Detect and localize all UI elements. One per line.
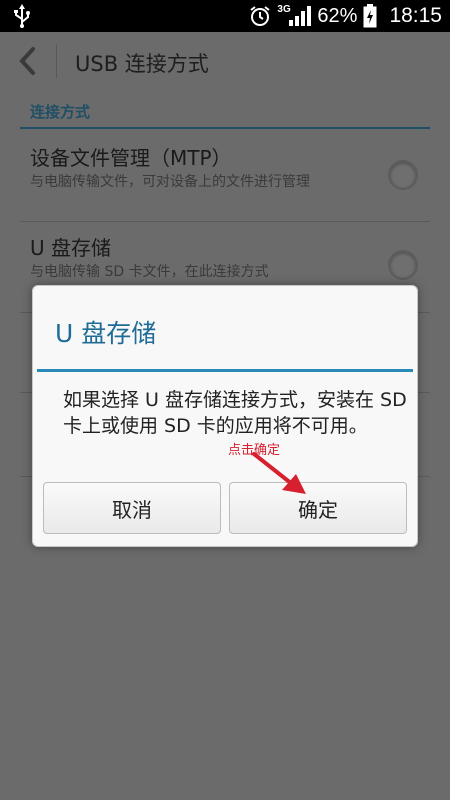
battery-percent: 62% [317,4,358,27]
option-divider [20,221,430,222]
dialog-title: U 盘存储 [55,319,157,348]
alarm-clock-icon [250,6,271,26]
clock-time: 18:15 [389,4,442,27]
network-signal: 3G [277,4,312,28]
red-arrow-icon [252,452,306,494]
dialog-title-divider [37,369,413,372]
action-bar: USB 连接方式 [0,32,450,90]
status-bar: 3G 62% 18:15 [0,0,450,32]
section-header: 连接方式 [30,103,91,121]
action-bar-divider [56,44,57,78]
battery-charging-icon [363,4,377,28]
radio-button[interactable] [388,250,418,280]
option-description: 与电脑传输文件，可对设备上的文件进行管理 [30,174,310,190]
page-title: USB 连接方式 [75,52,209,76]
cancel-button[interactable]: 取消 [43,482,221,534]
confirm-dialog: U 盘存储 如果选择 U 盘存储连接方式，安装在 SD 卡上或使用 SD 卡的应… [32,285,418,547]
usb-icon [14,4,30,28]
chevron-left-icon[interactable] [16,46,38,76]
option-usb-storage[interactable]: U 盘存储 与电脑传输 SD 卡文件，在此连接方式 [20,228,430,288]
status-indicators: 3G 62% 18:15 [249,0,442,32]
option-description: 与电脑传输 SD 卡文件，在此连接方式 [30,264,269,280]
option-title: 设备文件管理（MTP） [30,146,232,170]
option-title: U 盘存储 [30,236,111,260]
dialog-message: 如果选择 U 盘存储连接方式，安装在 SD 卡上或使用 SD 卡的应用将不可用。 [63,389,407,437]
signal-icon [289,6,312,26]
section-divider [20,127,430,129]
option-mtp[interactable]: 设备文件管理（MTP） 与电脑传输文件，可对设备上的文件进行管理 [20,138,430,220]
radio-button[interactable] [388,160,418,190]
